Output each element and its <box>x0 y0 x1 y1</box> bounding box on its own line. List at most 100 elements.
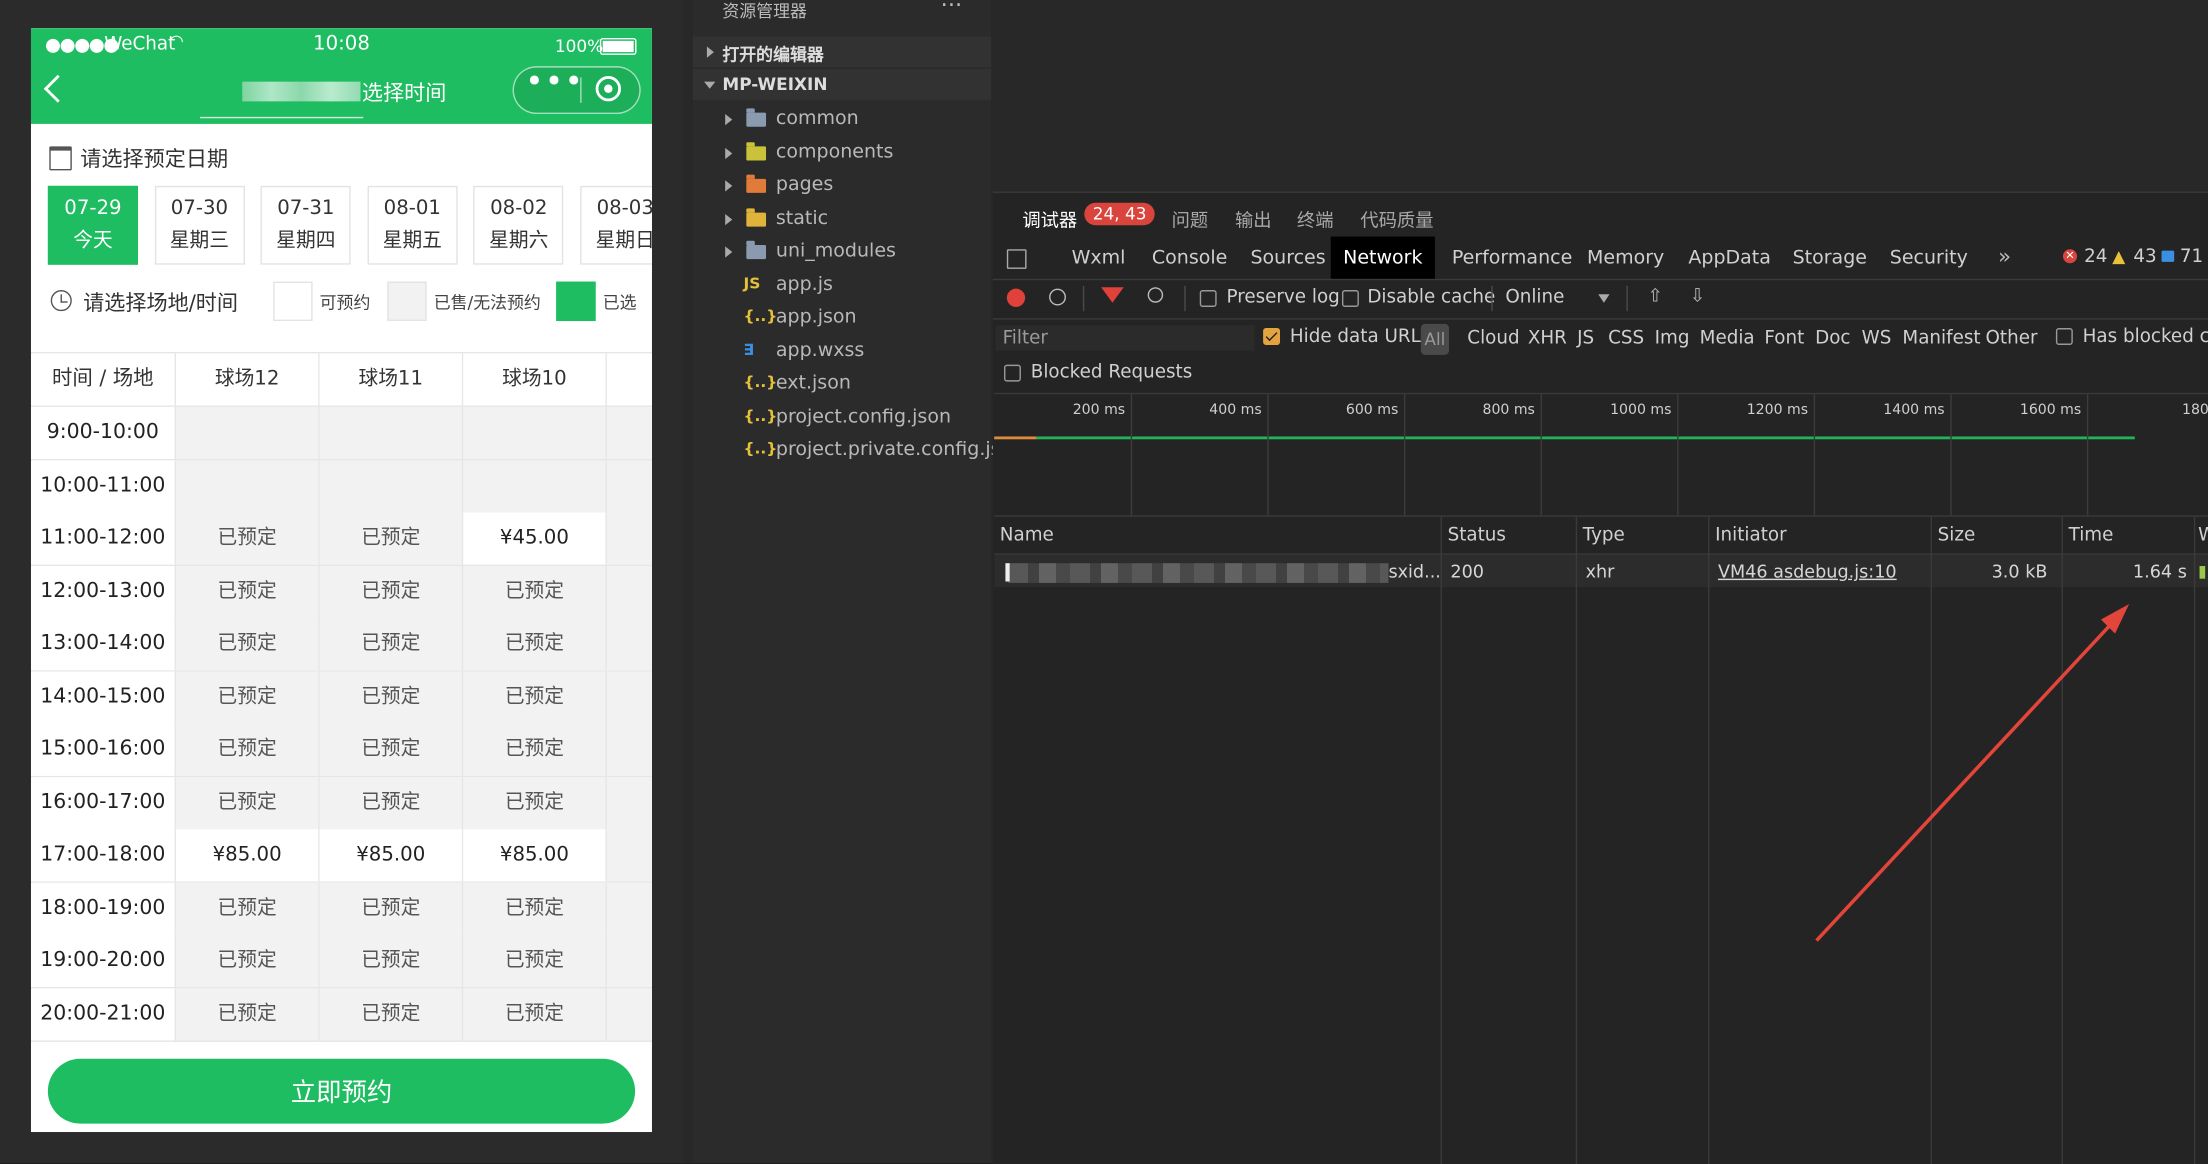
tab-network[interactable]: Network <box>1330 236 1435 279</box>
type-filter-other[interactable]: Other <box>1986 328 2038 349</box>
chevron-right-icon[interactable] <box>725 114 733 126</box>
folder-item[interactable]: pages <box>776 173 833 196</box>
more-dots-icon[interactable]: ••• <box>525 67 583 104</box>
panel-tab[interactable]: 输出 <box>1235 206 1272 232</box>
panel-tab[interactable]: 问题 <box>1172 206 1209 232</box>
clear-icon[interactable] <box>1049 288 1066 306</box>
tab-sources[interactable]: Sources <box>1250 246 1325 269</box>
file-item[interactable]: project.config.json <box>776 405 951 428</box>
type-filter-cloud[interactable]: Cloud <box>1467 328 1519 349</box>
blocked-requests-checkbox[interactable] <box>1004 364 1021 382</box>
type-filter-manifest[interactable]: Manifest <box>1902 328 1980 349</box>
timeline-tick-label: 1600 ms <box>2019 402 2082 419</box>
tab-storage[interactable]: Storage <box>1793 246 1867 269</box>
file-item[interactable]: project.private.config.js... <box>776 438 1019 461</box>
column-header-type[interactable]: Type <box>1583 525 1625 546</box>
back-arrow-icon[interactable] <box>43 74 72 103</box>
filter-icon[interactable] <box>1101 287 1124 303</box>
tab-appdata[interactable]: AppData <box>1688 246 1771 269</box>
tab-wxml[interactable]: Wxml <box>1072 246 1126 269</box>
legend-available-swatch <box>273 281 313 322</box>
preserve-log-checkbox[interactable] <box>1199 290 1217 307</box>
search-icon[interactable] <box>1147 287 1164 303</box>
type-filter-media[interactable]: Media <box>1700 328 1755 349</box>
has-blocked-cookies-checkbox[interactable] <box>2055 328 2073 345</box>
folder-item[interactable]: uni_modules <box>776 239 896 262</box>
slot-available[interactable]: ¥85.00 <box>463 829 607 882</box>
panel-tab[interactable]: 代码质量 <box>1360 206 1433 232</box>
disable-cache-checkbox[interactable] <box>1341 290 1359 307</box>
date-card[interactable]: 07-30 星期三 <box>154 185 245 265</box>
slot-cell: 已预定 <box>319 565 464 618</box>
filter-input[interactable] <box>995 325 1255 351</box>
panel-tab[interactable]: 调试器 <box>1022 206 1077 232</box>
tab-memory[interactable]: Memory <box>1587 246 1664 269</box>
slot-cell: 已预定 <box>319 670 464 724</box>
weekday-label: 星期五 <box>382 229 442 253</box>
file-item[interactable]: ext.json <box>776 372 851 395</box>
type-filter-ws[interactable]: WS <box>1862 328 1892 349</box>
timeline-tick-label: 800 ms <box>1482 402 1535 419</box>
slot-available[interactable]: ¥85.00 <box>176 829 320 882</box>
chevron-right-icon[interactable] <box>725 147 733 159</box>
type-filter-all[interactable]: All <box>1420 323 1449 355</box>
explorer-more-icon[interactable]: ··· <box>941 0 962 18</box>
toolbar-divider <box>1626 285 1628 312</box>
slot-cell-overflow <box>606 512 652 565</box>
throttling-select[interactable]: Online <box>1505 287 1564 308</box>
close-target-icon[interactable] <box>595 76 621 102</box>
chevron-right-icon[interactable] <box>725 180 733 192</box>
file-item[interactable]: app.wxss <box>776 339 864 362</box>
book-now-button[interactable]: 立即预约 <box>47 1058 636 1124</box>
tab-performance[interactable]: Performance <box>1452 246 1572 269</box>
date-card[interactable]: 08-01 星期五 <box>367 185 458 265</box>
date-card[interactable]: 08-03 星期日 <box>580 185 652 265</box>
chevron-right-icon[interactable] <box>725 213 733 225</box>
slot-cell: 已预定 <box>319 723 464 776</box>
column-header-name[interactable]: Name <box>1000 525 1054 546</box>
tab-console[interactable]: Console <box>1152 246 1227 269</box>
folder-item[interactable]: common <box>776 107 859 130</box>
column-header-size[interactable]: Size <box>1938 525 1976 546</box>
date-card[interactable]: 08-02 星期六 <box>473 185 564 265</box>
type-filter-xhr[interactable]: XHR <box>1528 328 1567 349</box>
slot-cell: 已预定 <box>463 618 607 671</box>
weekday-label: 星期四 <box>276 229 336 253</box>
chevron-down-icon[interactable] <box>1598 294 1610 303</box>
file-item[interactable]: app.js <box>776 272 833 295</box>
slot-available[interactable]: ¥85.00 <box>319 829 464 882</box>
export-har-icon[interactable]: ⇩ <box>1690 286 1705 307</box>
open-editors-section[interactable]: 打开的编辑器 <box>692 36 992 68</box>
request-initiator-link[interactable]: VM46 asdebug.js:10 <box>1718 560 1897 581</box>
column-header-status[interactable]: Status <box>1448 525 1506 546</box>
column-header-time[interactable]: Time <box>2069 525 2114 546</box>
inspect-element-icon[interactable] <box>1006 249 1027 269</box>
slot-cell: 已预定 <box>176 934 320 988</box>
tab-security[interactable]: Security <box>1890 246 1968 269</box>
folder-item[interactable]: components <box>776 140 893 163</box>
slot-cell: 已预定 <box>319 934 464 988</box>
column-divider <box>2061 516 2063 1164</box>
slot-available[interactable]: ¥45.00 <box>463 512 607 565</box>
type-filter-img[interactable]: Img <box>1655 328 1690 349</box>
type-filter-js[interactable]: JS <box>1577 328 1594 349</box>
record-icon[interactable] <box>1006 288 1026 307</box>
type-filter-font[interactable]: Font <box>1764 328 1804 349</box>
file-item[interactable]: app.json <box>776 306 857 329</box>
more-tabs-icon[interactable]: » <box>1998 244 2011 269</box>
slot-cell: 已预定 <box>463 723 607 776</box>
column-header-initiator[interactable]: Initiator <box>1715 525 1786 546</box>
type-filter-doc[interactable]: Doc <box>1815 328 1850 349</box>
time-slot-label: 17:00-18:00 <box>30 829 177 882</box>
type-filter-css[interactable]: CSS <box>1608 328 1644 349</box>
date-label: 08-02 <box>490 197 548 220</box>
folder-item[interactable]: static <box>776 206 828 229</box>
hide-data-urls-checkbox[interactable] <box>1263 328 1281 345</box>
date-card[interactable]: 07-29 今天 <box>47 185 138 265</box>
panel-tab[interactable]: 终端 <box>1297 206 1334 232</box>
column-header-w[interactable]: W <box>2198 525 2208 546</box>
import-har-icon[interactable]: ⇧ <box>1648 286 1663 307</box>
chevron-right-icon[interactable] <box>725 246 733 258</box>
date-card[interactable]: 07-31 星期四 <box>260 185 351 265</box>
project-section[interactable]: MP-WEIXIN <box>692 68 992 100</box>
